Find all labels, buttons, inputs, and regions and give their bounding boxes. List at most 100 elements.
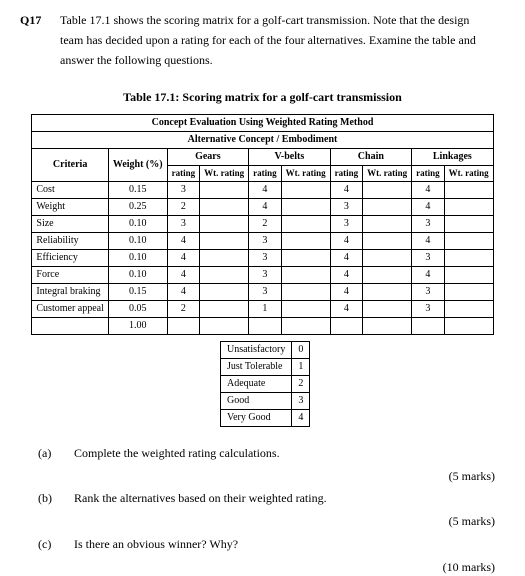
gears-rating: 3 bbox=[167, 181, 200, 198]
question-number: Q17 bbox=[20, 12, 48, 71]
question-text-line3: answer the following questions. bbox=[60, 52, 505, 69]
chain-rating: 3 bbox=[330, 215, 363, 232]
criteria-header: Criteria bbox=[32, 149, 108, 182]
linkages-rating: 4 bbox=[412, 232, 445, 249]
part-a-text: Complete the weighted rating calculation… bbox=[74, 445, 280, 462]
table-header-method: Concept Evaluation Using Weighted Rating… bbox=[32, 115, 493, 132]
table-title: Table 17.1: Scoring matrix for a golf-ca… bbox=[20, 89, 505, 106]
part-c-text: Is there an obvious winner? Why? bbox=[74, 536, 238, 553]
criteria-name: Weight bbox=[32, 198, 108, 215]
key-value: 3 bbox=[292, 392, 310, 409]
gears-rating: 4 bbox=[167, 249, 200, 266]
key-row: Unsatisfactory0 bbox=[221, 341, 310, 358]
key-value: 4 bbox=[292, 409, 310, 426]
linkages-rating: 3 bbox=[412, 215, 445, 232]
subheader: Wt. rating bbox=[363, 166, 412, 182]
chain-rating: 4 bbox=[330, 232, 363, 249]
table-row: Reliability0.104344 bbox=[32, 232, 493, 249]
question-text-line1: Table 17.1 shows the scoring matrix for … bbox=[60, 12, 505, 29]
table-row: Force0.104344 bbox=[32, 266, 493, 283]
part-b-text: Rank the alternatives based on their wei… bbox=[74, 490, 327, 507]
criteria-name: Reliability bbox=[32, 232, 108, 249]
criteria-name: Cost bbox=[32, 181, 108, 198]
table-row: Criteria Weight (%) Gears V-belts Chain … bbox=[32, 149, 493, 166]
table-row-total: 1.00 bbox=[32, 317, 493, 334]
gears-rating: 3 bbox=[167, 215, 200, 232]
linkages-rating: 3 bbox=[412, 300, 445, 317]
criteria-name: Integral braking bbox=[32, 283, 108, 300]
rating-key: Unsatisfactory0Just Tolerable1Adequate2G… bbox=[220, 341, 505, 427]
linkages-rating: 4 bbox=[412, 198, 445, 215]
key-value: 2 bbox=[292, 375, 310, 392]
gears-rating: 4 bbox=[167, 266, 200, 283]
vbelts-rating: 1 bbox=[249, 300, 282, 317]
table-row: Concept Evaluation Using Weighted Rating… bbox=[32, 115, 493, 132]
part-c: (c) Is there an obvious winner? Why? bbox=[38, 536, 505, 553]
alt-linkages-header: Linkages bbox=[412, 149, 494, 166]
key-label: Just Tolerable bbox=[221, 358, 292, 375]
criteria-weight: 0.10 bbox=[108, 215, 167, 232]
key-label: Very Good bbox=[221, 409, 292, 426]
criteria-name: Customer appeal bbox=[32, 300, 108, 317]
part-c-label: (c) bbox=[38, 536, 62, 553]
key-label: Unsatisfactory bbox=[221, 341, 292, 358]
part-c-marks: (10 marks) bbox=[38, 559, 495, 576]
vbelts-rating: 2 bbox=[249, 215, 282, 232]
criteria-weight: 0.15 bbox=[108, 283, 167, 300]
gears-rating: 4 bbox=[167, 232, 200, 249]
criteria-weight: 0.25 bbox=[108, 198, 167, 215]
criteria-weight: 0.10 bbox=[108, 266, 167, 283]
chain-rating: 4 bbox=[330, 266, 363, 283]
table-row: Alternative Concept / Embodiment bbox=[32, 132, 493, 149]
key-value: 0 bbox=[292, 341, 310, 358]
criteria-name: Force bbox=[32, 266, 108, 283]
table-row: Cost0.153444 bbox=[32, 181, 493, 198]
gears-rating: 4 bbox=[167, 283, 200, 300]
gears-rating: 2 bbox=[167, 198, 200, 215]
table-row: Customer appeal0.052 1 4 3 bbox=[32, 300, 493, 317]
part-a: (a) Complete the weighted rating calcula… bbox=[38, 445, 505, 462]
part-b: (b) Rank the alternatives based on their… bbox=[38, 490, 505, 507]
gears-rating: 2 bbox=[167, 300, 200, 317]
weight-header: Weight (%) bbox=[108, 149, 167, 182]
key-label: Adequate bbox=[221, 375, 292, 392]
table-header-subtitle: Alternative Concept / Embodiment bbox=[32, 132, 493, 149]
criteria-weight: 0.05 bbox=[108, 300, 167, 317]
vbelts-rating: 3 bbox=[249, 249, 282, 266]
question-text-line2: team has decided upon a rating for each … bbox=[60, 32, 505, 49]
part-b-marks: (5 marks) bbox=[38, 513, 495, 530]
chain-rating: 3 bbox=[330, 198, 363, 215]
linkages-rating: 4 bbox=[412, 181, 445, 198]
subheader: Wt. rating bbox=[281, 166, 330, 182]
vbelts-rating: 3 bbox=[249, 283, 282, 300]
question-body: Table 17.1 shows the scoring matrix for … bbox=[60, 12, 505, 71]
subheader: Wt. rating bbox=[444, 166, 493, 182]
table-row: Weight0.252 4 3 4 bbox=[32, 198, 493, 215]
key-row: Very Good4 bbox=[221, 409, 310, 426]
alt-vbelts-header: V-belts bbox=[249, 149, 331, 166]
criteria-weight: 0.10 bbox=[108, 249, 167, 266]
question-parts: (a) Complete the weighted rating calcula… bbox=[38, 445, 505, 576]
chain-rating: 4 bbox=[330, 249, 363, 266]
scoring-matrix-table: Concept Evaluation Using Weighted Rating… bbox=[31, 114, 493, 335]
subheader: rating bbox=[330, 166, 363, 182]
part-a-label: (a) bbox=[38, 445, 62, 462]
table-row: Integral braking0.154343 bbox=[32, 283, 493, 300]
rating-key-table: Unsatisfactory0Just Tolerable1Adequate2G… bbox=[220, 341, 310, 427]
subheader: rating bbox=[412, 166, 445, 182]
key-row: Adequate2 bbox=[221, 375, 310, 392]
chain-rating: 4 bbox=[330, 300, 363, 317]
key-label: Good bbox=[221, 392, 292, 409]
subheader: rating bbox=[249, 166, 282, 182]
key-row: Good3 bbox=[221, 392, 310, 409]
table-row: Size0.103233 bbox=[32, 215, 493, 232]
subheader: Wt. rating bbox=[200, 166, 249, 182]
subheader: rating bbox=[167, 166, 200, 182]
chain-rating: 4 bbox=[330, 181, 363, 198]
alt-chain-header: Chain bbox=[330, 149, 412, 166]
vbelts-rating: 4 bbox=[249, 198, 282, 215]
linkages-rating: 3 bbox=[412, 283, 445, 300]
criteria-name: Efficiency bbox=[32, 249, 108, 266]
part-a-marks: (5 marks) bbox=[38, 468, 495, 485]
key-row: Just Tolerable1 bbox=[221, 358, 310, 375]
